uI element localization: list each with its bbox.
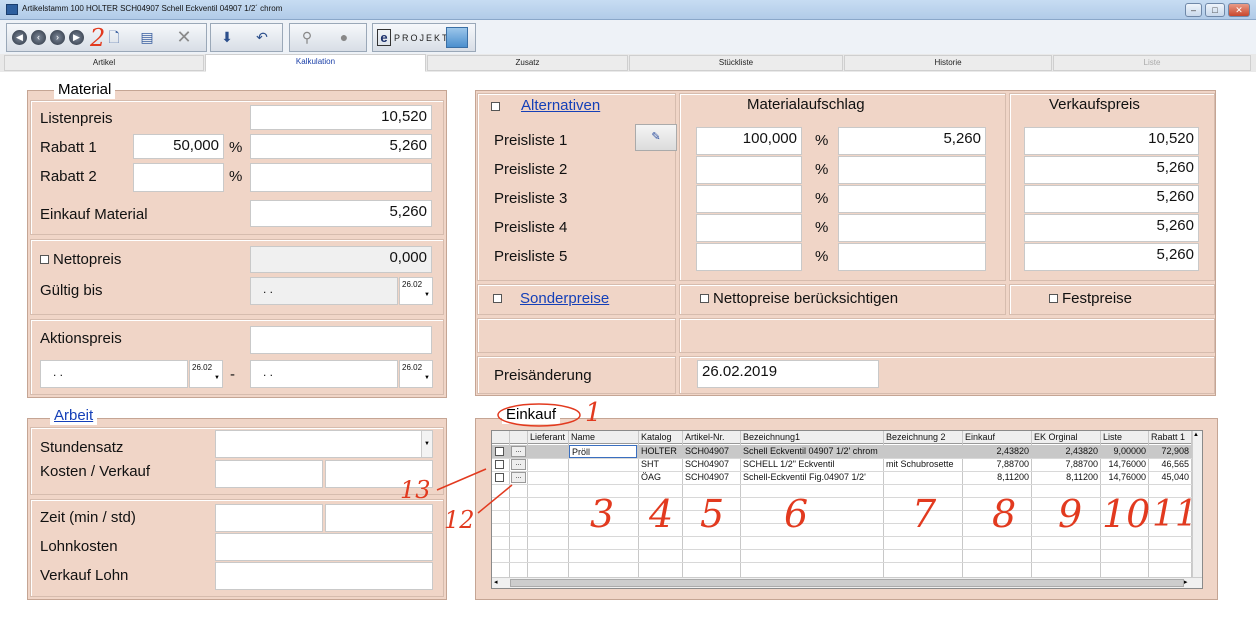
- arrow-13-annotation: [436, 468, 487, 491]
- annotation-1: 1: [585, 398, 602, 428]
- annotation-13: 13: [400, 476, 431, 504]
- annotation-8: 8: [992, 492, 1017, 536]
- annotation-overlay: [436, 403, 581, 514]
- annotation-7: 7: [912, 492, 937, 536]
- annotation-2: 2: [90, 24, 106, 52]
- annotation-4: 4: [649, 492, 674, 536]
- annotation-11: 11: [1152, 494, 1198, 535]
- annotation-5: 5: [700, 492, 725, 536]
- annotation-9: 9: [1058, 492, 1083, 536]
- annotation-6: 6: [784, 492, 809, 536]
- arrow-12-annotation: [477, 484, 513, 514]
- einkauf-circle-annotation: [497, 403, 581, 427]
- annotation-12: 12: [444, 506, 475, 534]
- annotation-10: 10: [1102, 492, 1151, 536]
- annotation-3: 3: [590, 492, 615, 536]
